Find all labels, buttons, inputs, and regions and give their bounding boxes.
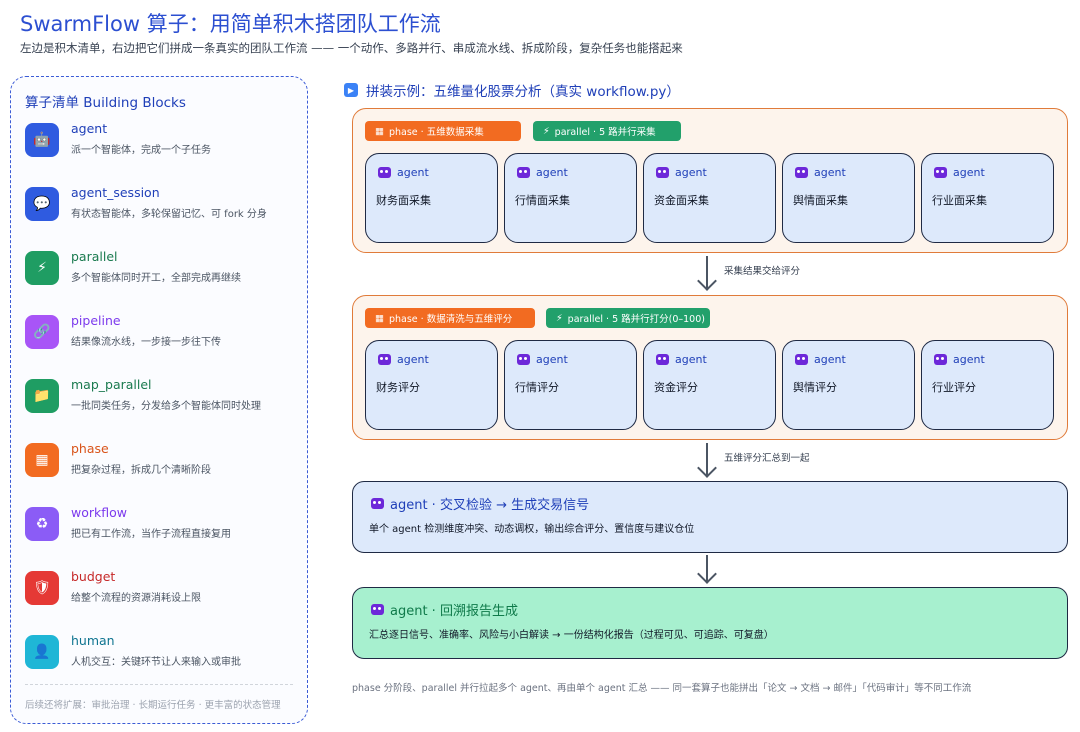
robot-icon bbox=[795, 354, 808, 365]
agent-label: 舆情评分 bbox=[793, 381, 837, 394]
down-arrow bbox=[697, 256, 717, 292]
block-desc: 人机交互：关键环节让人来输入或审批 bbox=[71, 657, 241, 668]
lightning-icon: ⚡ bbox=[556, 312, 563, 324]
robot-icon bbox=[378, 354, 391, 365]
signal-card: agent · 交叉检验 → 生成交易信号 单个 agent 检测维度冲突、动态… bbox=[352, 481, 1068, 553]
example-title: ▶ 拼装示例：五维量化股票分析（真实 workflow.py） bbox=[344, 80, 680, 100]
block-name: workflow bbox=[71, 505, 127, 520]
block-desc: 派一个智能体，完成一个子任务 bbox=[71, 145, 211, 156]
agent-card: agent 资金面采集 bbox=[643, 153, 776, 243]
robot-icon bbox=[934, 167, 947, 178]
agent-label: 行情评分 bbox=[515, 381, 559, 394]
block-parallel: ⚡ parallel 多个智能体同时开工，全部完成再继续 bbox=[23, 249, 303, 291]
block-desc: 把复杂过程，拆成几个清晰阶段 bbox=[71, 465, 211, 476]
agent-card: agent 舆情评分 bbox=[782, 340, 915, 430]
building-blocks-icon: ▦ bbox=[25, 443, 59, 477]
page-title: SwarmFlow 算子：用简单积木搭团队工作流 bbox=[20, 12, 441, 36]
sidebar-divider bbox=[25, 684, 293, 685]
chain-link-icon: 🔗 bbox=[25, 315, 59, 349]
lightning-icon: ⚡ bbox=[543, 125, 550, 137]
lightning-icon: ⚡ bbox=[25, 251, 59, 285]
parallel-tag: ⚡ parallel · 5 路并行打分(0–100) bbox=[546, 308, 710, 328]
block-workflow: ♻ workflow 把已有工作流，当作子流程直接复用 bbox=[23, 505, 303, 547]
block-desc: 多个智能体同时开工，全部完成再继续 bbox=[71, 273, 241, 284]
agent-label: 财务评分 bbox=[376, 381, 420, 394]
agent-label: 资金评分 bbox=[654, 381, 698, 394]
agent-card: agent 财务面采集 bbox=[365, 153, 498, 243]
block-desc: 把已有工作流，当作子流程直接复用 bbox=[71, 529, 231, 540]
robot-icon bbox=[517, 167, 530, 178]
building-blocks-icon: ▦ bbox=[375, 312, 384, 324]
block-pipeline: 🔗 pipeline 结果像流水线，一步接一步往下传 bbox=[23, 313, 303, 355]
person-icon: 👤 bbox=[25, 635, 59, 669]
agent-label: 舆情面采集 bbox=[793, 194, 848, 207]
phase-collection: ▦ phase · 五维数据采集 ⚡ parallel · 5 路并行采集 ag… bbox=[352, 108, 1068, 253]
page-subtitle: 左边是积木清单，右边把它们拼成一条真实的团队工作流 —— 一个动作、多路并行、串… bbox=[20, 41, 683, 55]
block-map-parallel: 📁 map_parallel 一批同类任务，分发给多个智能体同时处理 bbox=[23, 377, 303, 419]
signal-desc: 单个 agent 检测维度冲突、动态调权，输出综合评分、置信度与建议仓位 bbox=[369, 524, 695, 535]
block-name: budget bbox=[71, 569, 116, 584]
block-agent: 🤖 agent 派一个智能体，完成一个子任务 bbox=[23, 121, 303, 163]
arrow-label: 采集结果交给评分 bbox=[724, 266, 801, 277]
block-name: pipeline bbox=[71, 313, 121, 328]
phase-tag: ▦ phase · 数据清洗与五维评分 bbox=[365, 308, 535, 328]
block-name: parallel bbox=[71, 249, 118, 264]
down-arrow bbox=[697, 555, 717, 585]
block-desc: 一批同类任务，分发给多个智能体同时处理 bbox=[71, 401, 261, 412]
block-name: map_parallel bbox=[71, 377, 152, 392]
report-desc: 汇总逐日信号、准确率、风险与小白解读 → 一份结构化报告（过程可见、可追踪、可复… bbox=[369, 630, 774, 641]
robot-icon bbox=[795, 167, 808, 178]
agent-label: 财务面采集 bbox=[376, 194, 431, 207]
block-human: 👤 human 人机交互：关键环节让人来输入或审批 bbox=[23, 633, 303, 675]
agent-label: 行业面采集 bbox=[932, 194, 987, 207]
agent-card: agent 资金评分 bbox=[643, 340, 776, 430]
recycle-icon: ♻ bbox=[25, 507, 59, 541]
block-budget: 🛡 budget 给整个流程的资源消耗设上限 bbox=[23, 569, 303, 611]
block-name: agent_session bbox=[71, 185, 160, 200]
robot-icon bbox=[517, 354, 530, 365]
agent-label: 资金面采集 bbox=[654, 194, 709, 207]
block-desc: 结果像流水线，一步接一步往下传 bbox=[71, 337, 221, 348]
down-arrow bbox=[697, 443, 717, 479]
bottom-note: phase 分阶段、parallel 并行拉起多个 agent、再由单个 age… bbox=[352, 683, 972, 694]
example-title-text: 拼装示例：五维量化股票分析（真实 workflow.py） bbox=[366, 84, 680, 100]
folder-icon: 📁 bbox=[25, 379, 59, 413]
shield-icon: 🛡 bbox=[25, 571, 59, 605]
block-name: human bbox=[71, 633, 115, 648]
robot-icon bbox=[934, 354, 947, 365]
arrow-label: 五维评分汇总到一起 bbox=[724, 453, 810, 464]
robot-icon bbox=[656, 354, 669, 365]
report-title: agent · 回溯报告生成 bbox=[390, 604, 518, 619]
phase-tag: ▦ phase · 五维数据采集 bbox=[365, 121, 521, 141]
sidebar-title: 算子清单 Building Blocks bbox=[25, 95, 186, 111]
block-phase: ▦ phase 把复杂过程，拆成几个清晰阶段 bbox=[23, 441, 303, 483]
robot-icon bbox=[656, 167, 669, 178]
robot-icon bbox=[378, 167, 391, 178]
speech-bubble-icon: 💬 bbox=[25, 187, 59, 221]
agent-card: agent 行业面采集 bbox=[921, 153, 1054, 243]
block-name: phase bbox=[71, 441, 109, 456]
robot-icon: 🤖 bbox=[25, 123, 59, 157]
agent-card: agent 行情面采集 bbox=[504, 153, 637, 243]
robot-icon bbox=[371, 604, 384, 615]
building-blocks-panel: 算子清单 Building Blocks 🤖 agent 派一个智能体，完成一个… bbox=[10, 76, 308, 724]
building-blocks-icon: ▦ bbox=[375, 125, 384, 137]
phase-scoring: ▦ phase · 数据清洗与五维评分 ⚡ parallel · 5 路并行打分… bbox=[352, 295, 1068, 440]
agent-label: 行业评分 bbox=[932, 381, 976, 394]
robot-icon bbox=[371, 498, 384, 509]
play-icon: ▶ bbox=[344, 83, 358, 97]
parallel-tag: ⚡ parallel · 5 路并行采集 bbox=[533, 121, 681, 141]
agent-card: agent 行业评分 bbox=[921, 340, 1054, 430]
agent-label: 行情面采集 bbox=[515, 194, 570, 207]
report-card: agent · 回溯报告生成 汇总逐日信号、准确率、风险与小白解读 → 一份结构… bbox=[352, 587, 1068, 659]
agent-card: agent 行情评分 bbox=[504, 340, 637, 430]
block-agent-session: 💬 agent_session 有状态智能体，多轮保留记忆、可 fork 分身 bbox=[23, 185, 303, 227]
agent-card: agent 舆情面采集 bbox=[782, 153, 915, 243]
signal-title: agent · 交叉检验 → 生成交易信号 bbox=[390, 498, 590, 513]
agent-card: agent 财务评分 bbox=[365, 340, 498, 430]
block-name: agent bbox=[71, 121, 108, 136]
block-desc: 给整个流程的资源消耗设上限 bbox=[71, 593, 201, 604]
block-desc: 有状态智能体，多轮保留记忆、可 fork 分身 bbox=[71, 209, 267, 220]
sidebar-footer: 后续还将扩展：审批治理 · 长期运行任务 · 更丰富的状态管理 bbox=[25, 700, 281, 711]
